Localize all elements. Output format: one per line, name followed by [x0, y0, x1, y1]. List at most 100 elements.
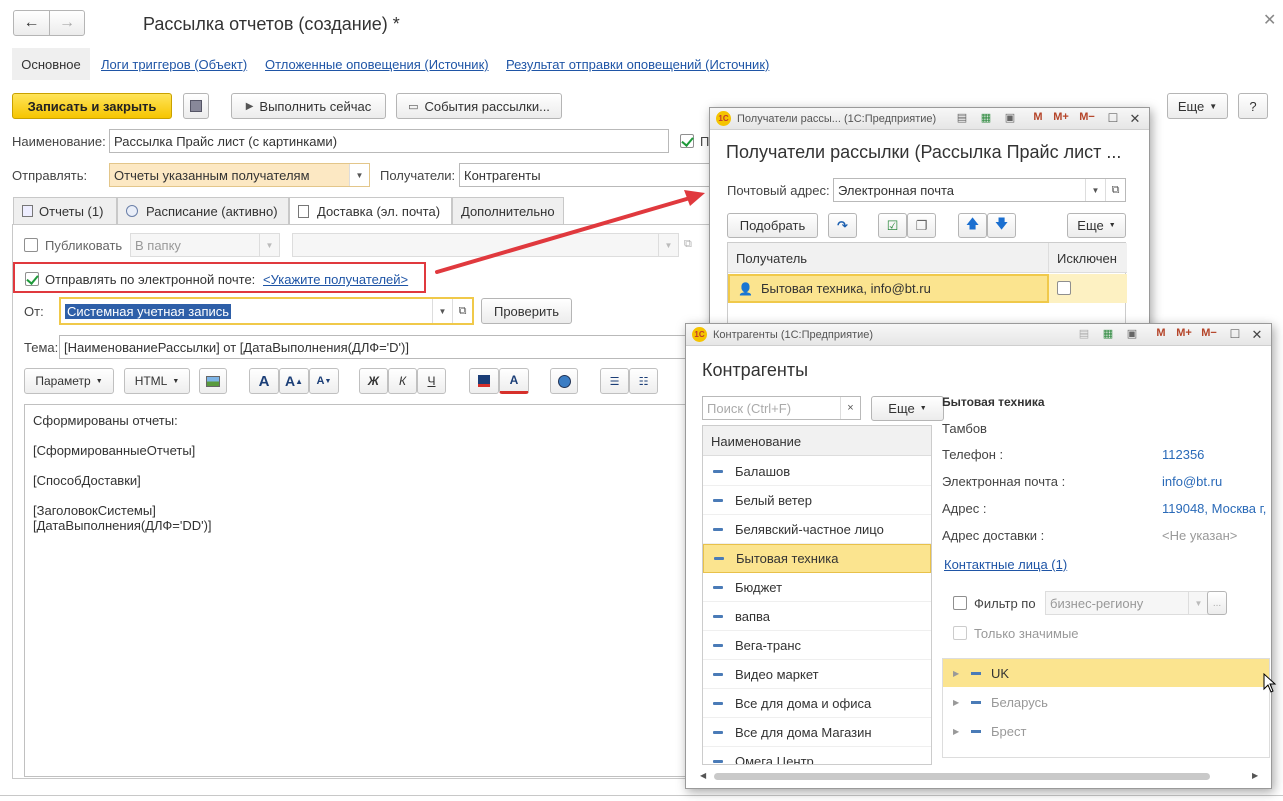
- contractors-window: 1С Контрагенты (1С:Предприятие) ▤ ▦ ▣ M …: [685, 323, 1272, 789]
- item-icon: [713, 643, 723, 647]
- memory-mplus-icon[interactable]: M+: [1050, 111, 1072, 123]
- item-icon: [971, 700, 981, 704]
- list-item[interactable]: Бюджет: [703, 573, 931, 602]
- arrow-up-icon: 🡅: [965, 215, 980, 231]
- tree-row[interactable]: ▶ Брест: [943, 717, 1269, 745]
- refresh-button[interactable]: ↷: [828, 213, 857, 238]
- scroll-left-icon[interactable]: ◀: [700, 771, 706, 780]
- address-label: Адрес :: [942, 501, 987, 516]
- delivery-address-value[interactable]: <Не указан>: [1162, 528, 1237, 543]
- list-item[interactable]: Вега-транс: [703, 631, 931, 660]
- tree-item-label: Брест: [991, 723, 1027, 739]
- list-item-label: Все для дома и офиса: [735, 695, 872, 711]
- only-significant-label: Только значимые: [974, 626, 1079, 641]
- email-address-label: Почтовый адрес:: [727, 183, 830, 198]
- delivery-address-label: Адрес доставки :: [942, 528, 1045, 543]
- memory-m-icon[interactable]: M: [1030, 111, 1046, 123]
- close-icon[interactable]: ✕: [1249, 327, 1265, 343]
- contractors-more-button[interactable]: Еще ▼: [871, 396, 944, 421]
- filter-value: бизнес-региону: [1050, 595, 1144, 611]
- contacts-link[interactable]: Контактные лица (1): [944, 557, 1067, 572]
- scrollbar-thumb[interactable]: [714, 773, 1210, 780]
- expand-icon[interactable]: ▶: [953, 727, 967, 736]
- pick-button[interactable]: Подобрать: [727, 213, 818, 238]
- person-icon: 👤: [738, 281, 753, 296]
- tree-row[interactable]: ▶ UK: [943, 659, 1269, 687]
- filter-checkbox[interactable]: [953, 596, 967, 610]
- list-item[interactable]: вапва: [703, 602, 931, 631]
- list-item-label: Белявский-частное лицо: [735, 521, 884, 537]
- memory-mminus-icon[interactable]: M−: [1076, 111, 1098, 123]
- memory-mminus-icon[interactable]: M−: [1198, 327, 1220, 339]
- check-all-icon: ☑: [886, 217, 899, 233]
- expand-icon[interactable]: ▶: [953, 698, 967, 707]
- clear-icon[interactable]: ×: [840, 397, 860, 419]
- maximize-icon[interactable]: ☐: [1227, 327, 1243, 341]
- 1c-logo-icon: 1С: [716, 111, 731, 126]
- horizontal-scrollbar[interactable]: ◀ ▶: [700, 771, 1262, 783]
- tree-item-label: UK: [991, 665, 1010, 681]
- item-icon: [713, 585, 723, 589]
- filter-select: бизнес-региону ▼: [1045, 591, 1209, 615]
- list-item[interactable]: Видео маркет: [703, 660, 931, 689]
- print-icon[interactable]: ▤: [1076, 327, 1092, 340]
- email-label: Электронная почта :: [942, 474, 1066, 489]
- email-address-select[interactable]: Электронная почта ▼ ⧉: [833, 178, 1126, 202]
- list-item[interactable]: Белый ветер: [703, 486, 931, 515]
- scroll-right-icon[interactable]: ▶: [1252, 771, 1258, 780]
- calculator-icon[interactable]: ▦: [1100, 327, 1116, 340]
- contractors-more-label: Еще: [888, 401, 915, 416]
- contractors-window-titlebar: 1С Контрагенты (1С:Предприятие) ▤ ▦ ▣ M …: [686, 324, 1271, 346]
- col-recipient-header[interactable]: Получатель: [728, 243, 1049, 273]
- list-item[interactable]: Бытовая техника: [703, 544, 931, 573]
- phone-value[interactable]: 112356: [1162, 447, 1204, 462]
- chevron-down-icon[interactable]: ▼: [1085, 179, 1105, 201]
- list-item[interactable]: Балашов: [703, 457, 931, 486]
- check-all-button[interactable]: ☑: [878, 213, 907, 238]
- item-icon: [713, 498, 723, 502]
- mouse-cursor-icon: [1263, 673, 1277, 693]
- col-excluded-header[interactable]: Исключен: [1049, 243, 1127, 273]
- memory-mplus-icon[interactable]: M+: [1173, 327, 1195, 339]
- uncheck-all-button[interactable]: ❐: [907, 213, 936, 238]
- item-icon: [714, 557, 724, 560]
- recipients-more-button[interactable]: Еще ▼: [1067, 213, 1126, 238]
- list-item[interactable]: Все для дома Магазин: [703, 718, 931, 747]
- move-up-button[interactable]: 🡅: [958, 213, 987, 238]
- list-item-label: вапва: [735, 608, 771, 624]
- list-item[interactable]: Омега Центр: [703, 747, 931, 764]
- open-icon[interactable]: ⧉: [1105, 179, 1125, 201]
- region-tree: ▶ UK ▶ Беларусь ▶ Брест: [942, 658, 1270, 758]
- search-input[interactable]: Поиск (Ctrl+F) ×: [702, 396, 861, 420]
- tree-row[interactable]: ▶ Беларусь: [943, 688, 1269, 716]
- list-item[interactable]: Белявский-частное лицо: [703, 515, 931, 544]
- recipients-window-titlebar: 1С Получатели рассы... (1С:Предприятие) …: [710, 108, 1149, 130]
- list-item-label: Видео маркет: [735, 666, 819, 682]
- calculator-icon[interactable]: ▦: [978, 111, 994, 124]
- recipient-name: Бытовая техника, info@bt.ru: [760, 281, 931, 296]
- table-row[interactable]: 👤 Бытовая техника, info@bt.ru: [728, 274, 1049, 303]
- calendar-icon[interactable]: ▣: [1124, 327, 1140, 340]
- col-name-header[interactable]: Наименование: [703, 426, 931, 456]
- print-icon[interactable]: ▤: [954, 111, 970, 124]
- list-item-label: Балашов: [735, 463, 791, 479]
- detail-city: Тамбов: [942, 421, 987, 436]
- close-icon[interactable]: ✕: [1127, 111, 1143, 127]
- 1c-logo-icon: 1С: [692, 327, 707, 342]
- memory-m-icon[interactable]: M: [1153, 327, 1169, 339]
- tree-item-label: Беларусь: [991, 694, 1048, 710]
- recipients-heading: Получатели рассылки (Рассылка Прайс лист…: [726, 142, 1122, 162]
- detail-name: Бытовая техника: [942, 395, 1045, 409]
- calendar-icon[interactable]: ▣: [1002, 111, 1018, 124]
- expand-icon[interactable]: ▶: [953, 669, 967, 678]
- excluded-checkbox[interactable]: [1057, 281, 1071, 295]
- move-down-button[interactable]: 🡇: [987, 213, 1016, 238]
- address-value[interactable]: 119048, Москва г,: [1162, 501, 1266, 516]
- contractors-heading: Контрагенты: [702, 360, 809, 380]
- item-icon: [971, 729, 981, 733]
- maximize-icon[interactable]: ☐: [1105, 111, 1121, 125]
- list-item-label: Все для дома Магазин: [735, 724, 872, 740]
- item-icon: [713, 672, 723, 676]
- list-item[interactable]: Все для дома и офиса: [703, 689, 931, 718]
- email-value[interactable]: info@bt.ru: [1162, 474, 1222, 489]
